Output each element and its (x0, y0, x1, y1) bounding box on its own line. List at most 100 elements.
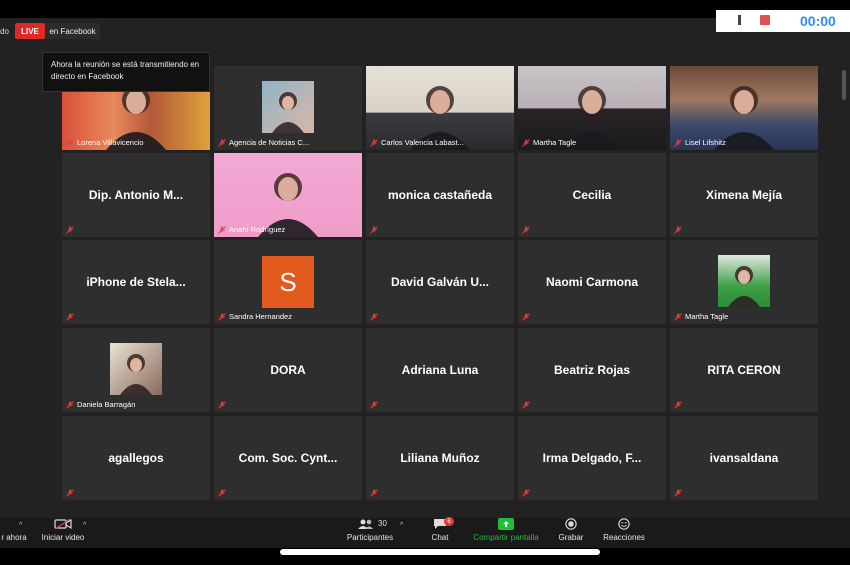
timer-text: 00:00 (800, 13, 836, 29)
muted-mic-icon (674, 489, 682, 497)
live-tooltip: Ahora la reunión se está transmitiendo e… (42, 52, 210, 92)
participant-tile[interactable]: Martha Tagle (670, 240, 818, 324)
record-icon (565, 518, 577, 530)
participant-footer (370, 313, 381, 321)
participant-footer (522, 313, 533, 321)
participant-footer: Lorena Villavicencio (66, 138, 144, 147)
participant-name: Anahí Rodríguez (229, 225, 286, 234)
participant-display-name: agallegos (108, 451, 164, 465)
muted-mic-icon (370, 313, 378, 321)
reactions-button[interactable]: Reacciones (600, 518, 648, 542)
participants-count: 30 (378, 519, 387, 528)
participant-tile[interactable]: Com. Soc. Cynt... (214, 416, 362, 500)
video-off-icon (54, 518, 72, 530)
chevron-up-icon[interactable]: ^ (19, 522, 22, 529)
participant-display-name: Liliana Muñoz (400, 451, 480, 465)
live-badge[interactable]: LIVE (15, 23, 45, 39)
smiley-icon (618, 518, 630, 530)
share-screen-icon (498, 518, 514, 530)
participant-tile[interactable]: Anahí Rodríguez (214, 153, 362, 237)
muted-mic-icon (522, 313, 530, 321)
participant-tile[interactable]: RITA CERON (670, 328, 818, 412)
muted-mic-icon (370, 226, 378, 234)
record-button[interactable]: Grabar (553, 518, 589, 542)
recording-timer-box: 00:00 (716, 10, 850, 32)
participant-footer (522, 226, 533, 234)
profile-picture (262, 81, 314, 133)
participant-name: Sandra Hernandez (229, 312, 292, 321)
muted-mic-icon (674, 226, 682, 234)
participants-button[interactable]: 30 Participantes (343, 518, 397, 542)
muted-mic-icon (218, 138, 226, 147)
participant-footer: Lisel Lifshitz (674, 138, 726, 147)
participant-display-name: Cecilia (572, 188, 612, 202)
participant-footer: Daniela Barragán (66, 400, 135, 409)
participant-display-name: iPhone de Stela... (86, 275, 186, 289)
muted-mic-icon (674, 138, 682, 147)
participant-tile[interactable]: Beatriz Rojas (518, 328, 666, 412)
participant-footer (674, 489, 685, 497)
muted-mic-icon (218, 489, 226, 497)
participant-name: Carlos Valencia Labast... (381, 138, 464, 147)
participant-name: Agencia de Noticias C... (229, 138, 310, 147)
muted-mic-icon (522, 489, 530, 497)
participant-tile[interactable]: Naomi Carmona (518, 240, 666, 324)
participant-footer (66, 226, 77, 234)
participant-tile[interactable]: ivansaldana (670, 416, 818, 500)
muted-mic-icon (370, 138, 378, 147)
participant-name: Lisel Lifshitz (685, 138, 726, 147)
home-indicator[interactable] (280, 549, 600, 555)
participant-footer (370, 401, 381, 409)
participant-tile[interactable]: agallegos (62, 416, 210, 500)
chevron-up-icon[interactable]: ^ (83, 522, 86, 529)
participant-tile[interactable]: DORA (214, 328, 362, 412)
participant-display-name: Ximena Mejía (705, 188, 783, 202)
participant-footer (370, 226, 381, 234)
mute-button[interactable]: r ahora (0, 518, 28, 542)
participant-tile[interactable]: Cecilia (518, 153, 666, 237)
participant-footer (218, 401, 229, 409)
participant-display-name: Irma Delgado, F... (542, 451, 642, 465)
muted-mic-icon (66, 138, 74, 147)
muted-mic-icon (370, 489, 378, 497)
participant-name: Daniela Barragán (77, 400, 136, 409)
participant-tile[interactable]: Irma Delgado, F... (518, 416, 666, 500)
participant-footer (674, 401, 685, 409)
participant-footer (674, 226, 685, 234)
participant-tile[interactable]: Ximena Mejía (670, 153, 818, 237)
live-destination[interactable]: en Facebook (45, 23, 100, 39)
participant-footer (522, 401, 533, 409)
participant-tile[interactable]: Martha Tagle (518, 66, 666, 150)
participant-tile[interactable]: monica castañeda (366, 153, 514, 237)
scrollbar[interactable] (842, 70, 846, 100)
participant-footer (66, 313, 77, 321)
participant-tile[interactable]: Dip. Antonio M... (62, 153, 210, 237)
muted-mic-icon (218, 225, 226, 234)
participants-icon (358, 519, 373, 529)
participant-tile[interactable]: Agencia de Noticias C... (214, 66, 362, 150)
stop-icon[interactable] (760, 15, 770, 25)
meeting-toolbar: r ahora ^ Iniciar video ^ 30 Participant… (0, 518, 850, 548)
participant-tile[interactable]: iPhone de Stela... (62, 240, 210, 324)
participant-tile[interactable]: Adriana Luna (366, 328, 514, 412)
muted-mic-icon (674, 401, 682, 409)
participant-tile[interactable]: Carlos Valencia Labast... (366, 66, 514, 150)
muted-mic-icon (218, 401, 226, 409)
participant-display-name: Adriana Luna (401, 363, 479, 377)
participant-tile[interactable]: David Galván U... (366, 240, 514, 324)
participant-display-name: DORA (270, 363, 306, 377)
chevron-up-icon[interactable]: ^ (400, 522, 403, 529)
share-screen-button[interactable]: Compartir pantalla (470, 518, 542, 542)
participant-display-name: ivansaldana (709, 451, 779, 465)
participant-tile[interactable]: S Sandra Hernandez (214, 240, 362, 324)
participant-tile[interactable]: Daniela Barragán (62, 328, 210, 412)
muted-mic-icon (66, 400, 74, 409)
participant-tile[interactable]: Lisel Lifshitz (670, 66, 818, 150)
participant-display-name: Dip. Antonio M... (88, 188, 184, 202)
muted-mic-icon (522, 401, 530, 409)
participant-tile[interactable]: Liliana Muñoz (366, 416, 514, 500)
pause-icon[interactable] (738, 15, 741, 25)
start-video-button[interactable]: Iniciar video (36, 518, 90, 542)
participant-display-name: monica castañeda (387, 188, 493, 202)
participant-footer: Martha Tagle (674, 312, 728, 321)
